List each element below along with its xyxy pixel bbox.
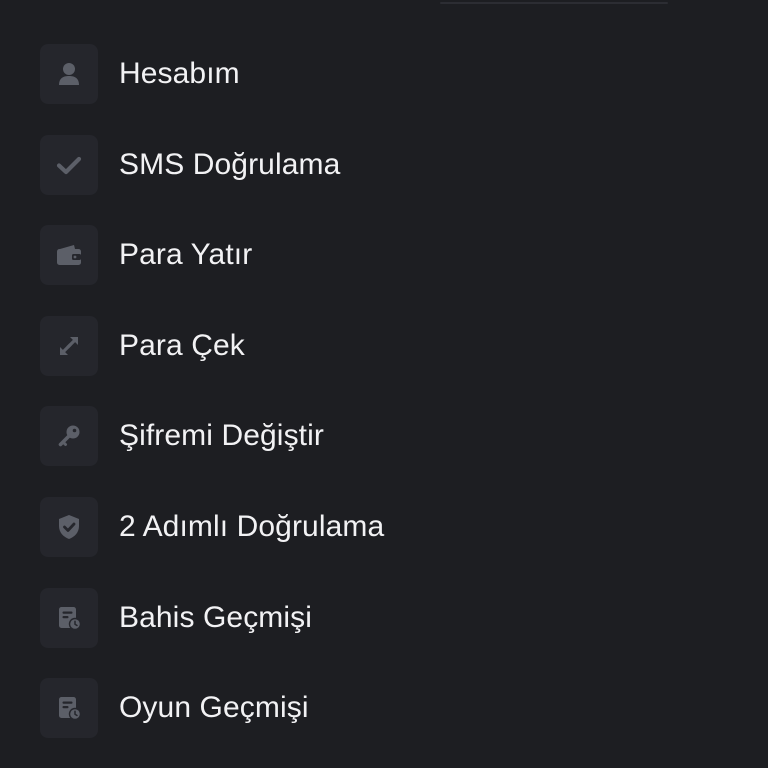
menu-item-label: Bahis Geçmişi [119,600,313,634]
menu-item-hesabim[interactable]: Hesabım [40,44,384,104]
menu-item-label: Para Yatır [119,238,253,272]
menu-item-label: Hesabım [119,57,240,90]
wallet-icon [40,225,98,286]
menu-item-sms-dogrulama[interactable]: SMS Doğrulama [40,134,384,195]
menu-item-oyun-gecmisi[interactable]: Oyun Geçmişi [40,678,384,739]
top-divider [440,2,668,4]
account-menu: Hesabım SMS Doğrulama Para Yatır Para Çe… [40,44,384,768]
user-icon [40,44,98,104]
key-icon [40,406,98,467]
menu-item-label: Şifremi Değiştir [119,419,324,453]
menu-item-label: Para Çek [119,328,245,362]
menu-item-para-yatir[interactable]: Para Yatır [40,225,384,286]
history-document-icon [40,678,98,739]
menu-item-bahis-gecmisi[interactable]: Bahis Geçmişi [40,587,384,648]
menu-item-2-adimli-dogrulama[interactable]: 2 Adımlı Doğrulama [40,496,385,557]
menu-item-label: SMS Doğrulama [119,147,341,181]
menu-item-label: 2 Adımlı Doğrulama [119,509,385,543]
history-document-icon [40,587,98,648]
account-menu-screen: Hesabım SMS Doğrulama Para Yatır Para Çe… [0,0,768,768]
transfer-arrows-icon [40,315,98,376]
menu-item-label: Oyun Geçmişi [119,691,309,725]
menu-item-sifremi-degistir[interactable]: Şifremi Değiştir [40,406,384,467]
shield-check-icon [40,496,98,557]
checkmark-icon [40,134,98,195]
menu-item-para-cek[interactable]: Para Çek [40,315,384,376]
